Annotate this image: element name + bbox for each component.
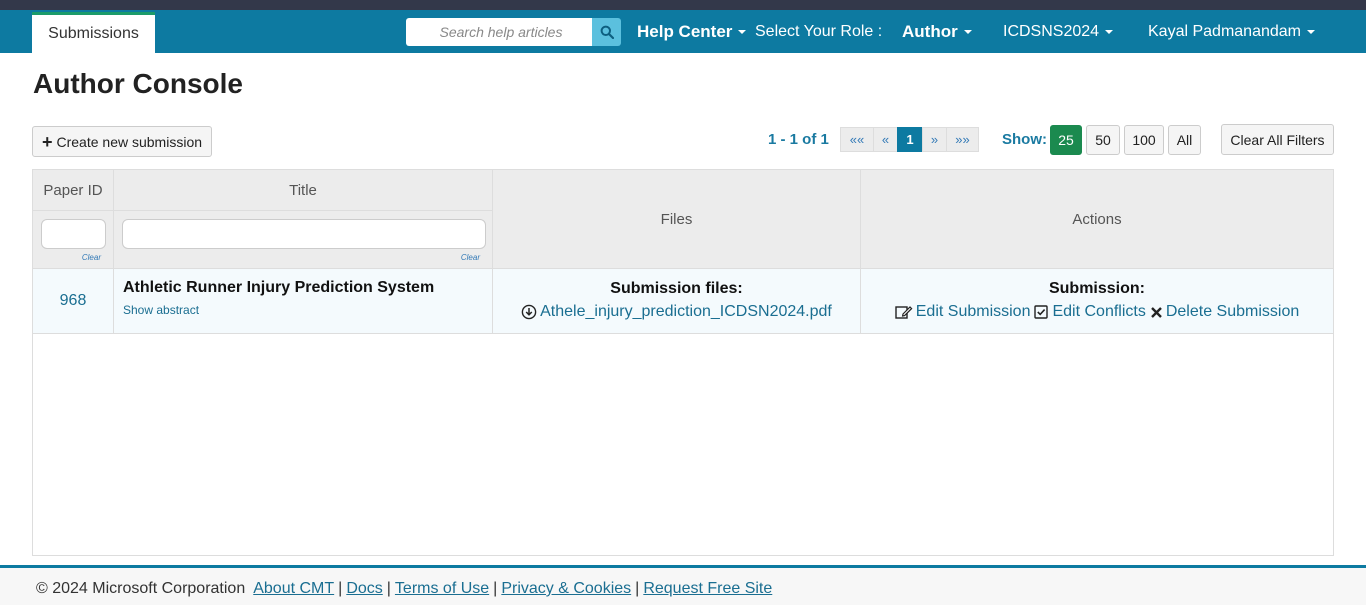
show-100-button[interactable]: 100 bbox=[1124, 125, 1164, 155]
help-center-label: Help Center bbox=[637, 21, 733, 41]
show-label: Show: bbox=[1002, 131, 1047, 148]
submissions-table: Paper ID Title Files Actions Clear Clear… bbox=[32, 169, 1334, 556]
pager-prev-button[interactable]: « bbox=[873, 127, 898, 152]
search-box bbox=[406, 18, 621, 46]
header-actions: Actions bbox=[861, 170, 1333, 269]
delete-submission-link[interactable]: Delete Submission bbox=[1150, 303, 1299, 321]
show-25-button[interactable]: 25 bbox=[1050, 125, 1082, 155]
title-filter-clear[interactable]: Clear bbox=[461, 253, 480, 262]
chevron-down-icon bbox=[1306, 29, 1315, 34]
title-filter-cell: Clear bbox=[114, 211, 493, 269]
paper-id-filter-input[interactable] bbox=[41, 219, 106, 249]
user-menu[interactable]: Kayal Padmanandam bbox=[1148, 10, 1315, 53]
conference-menu[interactable]: ICDSNS2024 bbox=[1003, 10, 1114, 53]
table-row-paper-id: 968 bbox=[33, 269, 114, 334]
search-input[interactable] bbox=[406, 18, 592, 46]
search-icon bbox=[600, 25, 614, 39]
pager-last-button[interactable]: »» bbox=[946, 127, 979, 152]
help-center-menu[interactable]: Help Center bbox=[637, 10, 747, 53]
footer-link-request-site[interactable]: Request Free Site bbox=[643, 580, 772, 597]
plus-icon: + bbox=[41, 131, 53, 152]
edit-submission-link[interactable]: Edit Submission bbox=[895, 303, 1031, 321]
tab-submissions[interactable]: Submissions bbox=[32, 12, 155, 53]
table-row-actions-cell: Submission: Edit Submission Edit Conflic… bbox=[861, 269, 1333, 334]
footer-link-terms[interactable]: Terms of Use bbox=[395, 580, 489, 597]
close-icon bbox=[1150, 306, 1162, 318]
paper-id-filter-clear[interactable]: Clear bbox=[82, 253, 101, 262]
table-row-files-cell: Submission files: Athele_injury_predicti… bbox=[493, 269, 861, 334]
delete-submission-label: Delete Submission bbox=[1165, 303, 1300, 320]
search-button[interactable] bbox=[592, 18, 621, 46]
checkbox-icon bbox=[1034, 304, 1049, 319]
footer: © 2024 Microsoft Corporation About CMT | D… bbox=[0, 565, 1366, 605]
edit-conflicts-label: Edit Conflicts bbox=[1052, 303, 1146, 320]
pagination-range: 1 - 1 of 1 bbox=[768, 131, 829, 148]
pager-page-1[interactable]: 1 bbox=[897, 127, 923, 152]
actions-links: Edit Submission Edit Conflicts Delete Su… bbox=[861, 303, 1333, 321]
navbar: Submissions Help Center Select Your Role… bbox=[0, 10, 1366, 53]
role-value: Author bbox=[902, 21, 958, 41]
top-strip bbox=[0, 0, 1366, 10]
actions-heading: Submission: bbox=[1048, 280, 1145, 297]
edit-conflicts-link[interactable]: Edit Conflicts bbox=[1034, 303, 1146, 321]
header-paper-id[interactable]: Paper ID bbox=[33, 170, 114, 211]
role-label: Select Your Role : bbox=[755, 22, 883, 40]
edit-submission-label: Edit Submission bbox=[915, 303, 1031, 320]
pager-first-button[interactable]: «« bbox=[840, 127, 874, 152]
paper-id-filter-cell: Clear bbox=[33, 211, 114, 269]
create-submission-label: Create new submission bbox=[56, 133, 203, 150]
page-title: Author Console bbox=[33, 68, 243, 99]
file-download-link[interactable]: Athele_injury_prediction_ICDSN2024.pdf bbox=[493, 303, 860, 321]
chevron-down-icon bbox=[1105, 29, 1114, 34]
copyright-text: © 2024 Microsoft Corporation bbox=[36, 580, 246, 597]
clear-all-filters-button[interactable]: Clear All Filters bbox=[1221, 124, 1334, 155]
file-name: Athele_injury_prediction_ICDSN2024.pdf bbox=[540, 303, 832, 320]
chevron-down-icon bbox=[963, 29, 972, 34]
footer-link-about[interactable]: About CMT bbox=[253, 580, 334, 597]
footer-link-privacy[interactable]: Privacy & Cookies bbox=[501, 580, 631, 597]
chevron-down-icon bbox=[738, 29, 747, 34]
table-row-title-cell: Athletic Runner Injury Prediction System… bbox=[114, 269, 493, 334]
title-filter-input[interactable] bbox=[122, 219, 486, 249]
show-all-button[interactable]: All bbox=[1168, 125, 1201, 155]
footer-link-docs[interactable]: Docs bbox=[346, 580, 382, 597]
role-menu[interactable]: Author bbox=[902, 10, 972, 53]
header-title[interactable]: Title bbox=[114, 170, 493, 211]
user-name: Kayal Padmanandam bbox=[1148, 22, 1301, 40]
create-submission-button[interactable]: + Create new submission bbox=[32, 126, 212, 157]
pager-next-button[interactable]: » bbox=[922, 127, 947, 152]
header-files: Files bbox=[493, 170, 861, 269]
footer-content: © 2024 Microsoft Corporation About CMT | D… bbox=[36, 580, 773, 597]
pagination: «« « 1 » »» bbox=[840, 127, 979, 152]
submission-title: Athletic Runner Injury Prediction System bbox=[123, 279, 435, 296]
download-icon bbox=[521, 304, 537, 320]
files-heading: Submission files: bbox=[610, 280, 743, 297]
show-50-button[interactable]: 50 bbox=[1086, 125, 1120, 155]
show-abstract-link[interactable]: Show abstract bbox=[123, 303, 199, 317]
edit-icon bbox=[895, 306, 913, 319]
conference-label: ICDSNS2024 bbox=[1003, 22, 1100, 40]
